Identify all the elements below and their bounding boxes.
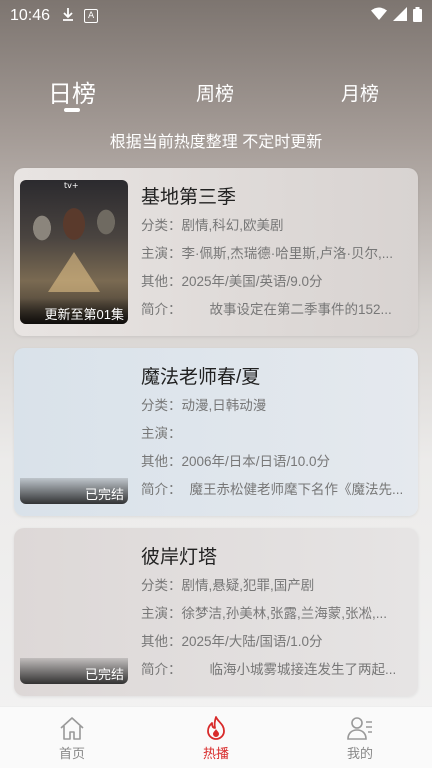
intro-label: 简介： <box>141 662 182 677</box>
show-card[interactable]: 已完结 魔法老师春/夏 分类：动漫,日韩动漫 主演： 其他：2006年/日本/日… <box>14 348 418 516</box>
episode-status-label: 更新至第01集 <box>20 298 128 324</box>
intro-row: 简介： 故事设定在第二季事件的152... <box>141 298 409 318</box>
intro-row: 简介： 魔王赤松健老师麾下名作《魔法先... <box>141 478 409 498</box>
cast-row: 主演： <box>141 422 409 442</box>
intro-label: 简介： <box>141 482 182 497</box>
nav-hot-label: 热播 <box>202 746 229 761</box>
other-label: 其他： <box>141 274 182 289</box>
user-icon <box>346 715 374 741</box>
app-notification-icon: A <box>84 9 99 23</box>
genre-label: 分类： <box>141 398 182 413</box>
other-label: 其他： <box>141 454 182 469</box>
other-value: 2025年/大陆/国语/1.0分 <box>181 634 323 649</box>
cast-label: 主演： <box>141 606 182 621</box>
wifi-icon <box>371 7 387 25</box>
poster-image[interactable]: 已完结 <box>20 360 128 504</box>
download-icon <box>62 7 74 25</box>
episode-status-label: 已完结 <box>20 478 128 504</box>
other-row: 其他：2006年/日本/日语/10.0分 <box>141 450 409 470</box>
genre-value: 剧情,科幻,欧美剧 <box>181 218 284 233</box>
genre-label: 分类： <box>141 218 182 233</box>
status-time: 10:46 <box>10 7 51 24</box>
show-card[interactable]: tv+ 更新至第01集 基地第三季 分类：剧情,科幻,欧美剧 主演：李·佩斯,杰… <box>14 168 418 336</box>
other-label: 其他： <box>141 634 182 649</box>
genre-label: 分类： <box>141 578 182 593</box>
genre-row: 分类：剧情,悬疑,犯罪,国产剧 <box>141 574 409 594</box>
active-tab-indicator <box>64 108 80 112</box>
nav-mine[interactable]: 我的 <box>330 715 390 762</box>
genre-row: 分类：剧情,科幻,欧美剧 <box>141 214 409 234</box>
other-value: 2006年/日本/日语/10.0分 <box>181 454 331 469</box>
other-row: 其他：2025年/美国/英语/9.0分 <box>141 270 409 290</box>
nav-home[interactable]: 首页 <box>42 715 102 762</box>
bottom-navigation: 首页 热播 我的 <box>0 706 432 768</box>
battery-icon <box>413 6 422 26</box>
signal-icon <box>393 7 407 25</box>
intro-value: 故事设定在第二季事件的152... <box>209 302 392 317</box>
show-title: 彼岸灯塔 <box>141 547 218 568</box>
nav-home-label: 首页 <box>58 746 85 761</box>
genre-value: 动漫,日韩动漫 <box>181 398 267 413</box>
nav-mine-label: 我的 <box>346 746 373 761</box>
show-title: 基地第三季 <box>141 187 237 208</box>
other-value: 2025年/美国/英语/9.0分 <box>181 274 323 289</box>
other-row: 其他：2025年/大陆/国语/1.0分 <box>141 630 409 650</box>
cast-value: 李·佩斯,杰瑞德·哈里斯,卢洛·贝尔,... <box>181 246 394 261</box>
show-title: 魔法老师春/夏 <box>141 367 261 388</box>
tab-daily[interactable]: 日榜 <box>48 74 96 109</box>
intro-row: 简介： 临海小城雾城接连发生了两起... <box>141 658 409 678</box>
nav-hot[interactable]: 热播 <box>186 715 246 762</box>
episode-status-label: 已完结 <box>20 658 128 684</box>
cast-label: 主演： <box>141 246 182 261</box>
poster-triangle-graphic <box>48 252 100 292</box>
tab-weekly[interactable]: 周榜 <box>196 79 234 106</box>
cast-label: 主演： <box>141 426 182 441</box>
intro-label: 简介： <box>141 302 182 317</box>
home-icon <box>58 715 86 741</box>
status-bar: 10:46 A <box>0 0 432 32</box>
cast-row: 主演：徐梦洁,孙美林,张露,兰海蒙,张凇,... <box>141 602 409 622</box>
ranking-subtitle: 根据当前热度整理 不定时更新 <box>109 134 323 151</box>
cast-value: 徐梦洁,孙美林,张露,兰海蒙,张凇,... <box>181 606 388 621</box>
intro-value: 临海小城雾城接连发生了两起... <box>209 662 397 677</box>
show-card[interactable]: 已完结 彼岸灯塔 分类：剧情,悬疑,犯罪,国产剧 主演：徐梦洁,孙美林,张露,兰… <box>14 528 418 696</box>
tab-monthly[interactable]: 月榜 <box>341 79 379 106</box>
poster-image[interactable]: tv+ 更新至第01集 <box>20 180 128 324</box>
intro-value: 魔王赤松健老师麾下名作《魔法先... <box>189 482 404 497</box>
ranking-tabs: 日榜 周榜 月榜 <box>0 74 432 114</box>
flame-icon <box>202 715 230 741</box>
genre-row: 分类：动漫,日韩动漫 <box>141 394 409 414</box>
poster-image[interactable]: 已完结 <box>20 540 128 684</box>
genre-value: 剧情,悬疑,犯罪,国产剧 <box>181 578 315 593</box>
cast-row: 主演：李·佩斯,杰瑞德·哈里斯,卢洛·贝尔,... <box>141 242 409 262</box>
apple-tv-logo: tv+ <box>64 181 79 190</box>
